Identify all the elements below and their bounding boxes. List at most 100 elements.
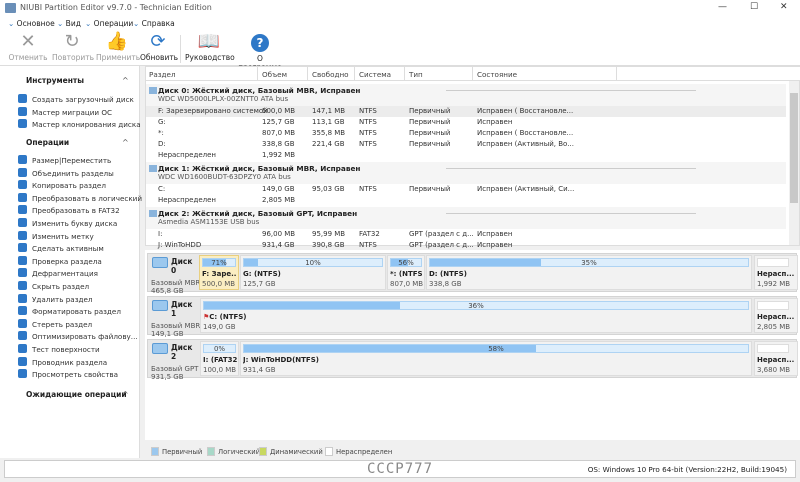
- disk-title: Диск 2: Жёсткий диск, Базовый GPT, Испра…: [158, 209, 358, 218]
- cell-capacity: 125,7 GB: [262, 118, 295, 126]
- partition-size: 149,0 GB: [203, 323, 236, 331]
- tool-item[interactable]: Создать загрузочный диск: [18, 94, 134, 106]
- partition-block[interactable]: 58% J: WinToHDD(NTFS) 931,4 GB: [240, 341, 752, 376]
- operation-label: Изменить букву диска: [32, 219, 118, 228]
- partition-name: F: Заре...: [202, 270, 237, 278]
- operation-icon: [18, 344, 27, 353]
- usage-bar: 71%: [202, 258, 236, 267]
- operation-item[interactable]: Дефрагментация: [18, 268, 98, 280]
- operation-item[interactable]: Стереть раздел: [18, 318, 92, 331]
- menu-operations[interactable]: Операции: [85, 19, 134, 28]
- table-row[interactable]: G: 125,7 GB 113,1 GB NTFS Первичный Исправен: [146, 117, 786, 128]
- column-type[interactable]: Тип: [409, 70, 423, 79]
- apply-button[interactable]: 👍 Применить: [96, 31, 140, 66]
- operation-item[interactable]: Изменить метку: [18, 230, 94, 243]
- column-capacity[interactable]: Объем: [262, 70, 287, 79]
- operation-item[interactable]: Оптимизировать файлову...: [18, 331, 138, 343]
- menu-main[interactable]: Основное: [8, 19, 55, 28]
- column-partition[interactable]: Раздел: [149, 70, 176, 79]
- partition-block[interactable]: Нерасп... 1,992 MB: [754, 255, 798, 290]
- table-row[interactable]: Нераспределен 1,992 MB: [146, 150, 786, 161]
- operation-item[interactable]: Проводник раздела: [18, 356, 107, 369]
- status-bar: CCCP777 OS: Windows 10 Pro 64-bit (Versi…: [4, 460, 796, 478]
- operation-item[interactable]: Форматировать раздел: [18, 306, 121, 318]
- cell-filesystem: NTFS: [359, 241, 377, 249]
- operation-item[interactable]: Объединить разделы: [18, 167, 114, 180]
- column-divider[interactable]: [354, 67, 355, 81]
- operation-item[interactable]: Копировать раздел: [18, 180, 106, 192]
- table-row[interactable]: D: 338,8 GB 221,4 GB NTFS Первичный Исправен …: [146, 139, 786, 150]
- table-row[interactable]: F: Зарезервировано системой 500,0 MB 147,1…: [146, 106, 786, 117]
- operation-item[interactable]: Тест поверхности: [18, 344, 100, 356]
- disk-label[interactable]: Диск 0 Базовый MBR 465,8 GB: [151, 257, 200, 295]
- disk-row[interactable]: Диск 0 Базовый MBR 465,8 GB 71% F: Заре... 50…: [147, 253, 798, 295]
- column-divider[interactable]: [307, 67, 308, 81]
- pending-heading: Ожидающие операции: [26, 390, 127, 399]
- column-status[interactable]: Состояние: [477, 70, 517, 79]
- operation-item[interactable]: Удалить раздел: [18, 293, 93, 306]
- collapse-operations-icon[interactable]: ^: [122, 138, 129, 147]
- cell-filesystem: NTFS: [359, 107, 377, 115]
- partition-block[interactable]: 10% G: (NTFS) 125,7 GB: [240, 255, 386, 290]
- cell-capacity: 149,0 GB: [262, 185, 295, 193]
- menu-help[interactable]: Справка: [133, 19, 175, 28]
- partition-name: D: (NTFS): [429, 270, 467, 278]
- cell-free: 95,99 MB: [312, 230, 346, 238]
- scroll-thumb[interactable]: [790, 93, 798, 203]
- close-button[interactable]: ✕: [780, 2, 788, 12]
- partition-block[interactable]: 36% ⚑C: (NTFS) 149,0 GB: [200, 298, 752, 333]
- tool-item[interactable]: Мастер миграции ОС: [18, 106, 112, 119]
- operation-item[interactable]: Просмотреть свойства: [18, 369, 118, 381]
- column-filesystem[interactable]: Система: [359, 70, 391, 79]
- cell-capacity: 500,0 MB: [262, 107, 296, 115]
- table-row[interactable]: Нераспределен 2,805 MB: [146, 195, 786, 206]
- partition-block[interactable]: 56% *: (NTFS) 807,0 MB: [387, 255, 425, 290]
- about-button[interactable]: ?О программе: [235, 31, 285, 72]
- operation-item[interactable]: Преобразовать в логический: [18, 192, 142, 205]
- operation-item[interactable]: Преобразовать в FAT32: [18, 205, 120, 217]
- menu-view[interactable]: Вид: [57, 19, 81, 28]
- cell-partition: Нераспределен: [158, 196, 216, 204]
- refresh-button[interactable]: ⟳ Обновить: [140, 31, 178, 66]
- disk-label[interactable]: Диск 2 Базовый GPT 931,5 GB: [151, 343, 198, 381]
- operation-item[interactable]: Изменить букву диска: [18, 218, 117, 230]
- partition-block[interactable]: Нерасп... 2,805 MB: [754, 298, 798, 333]
- disk-header[interactable]: Диск 1: Жёсткий диск, Базовый MBR, Испра…: [146, 162, 786, 184]
- collapse-pending-icon[interactable]: ^: [122, 390, 129, 399]
- operation-item[interactable]: Скрыть раздел: [18, 281, 89, 293]
- table-row[interactable]: C: 149,0 GB 95,03 GB NTFS Первичный Исправен …: [146, 184, 786, 195]
- table-row[interactable]: *: 807,0 MB 355,8 MB NTFS Первичный Исправен …: [146, 128, 786, 139]
- disk-header[interactable]: Диск 0: Жёсткий диск, Базовый MBR, Испра…: [146, 84, 786, 106]
- table-row[interactable]: I: 96,00 MB 95,99 MB FAT32 GPT (раздел с д..…: [146, 229, 786, 240]
- usage-percent: 71%: [211, 259, 227, 267]
- disk-row[interactable]: Диск 1 Базовый MBR 149,1 GB 36% ⚑C: (NTFS) 14…: [147, 296, 798, 338]
- redo-button[interactable]: ↻ Повторить: [52, 31, 94, 66]
- legend-swatch: [207, 447, 215, 456]
- column-divider[interactable]: [404, 67, 405, 81]
- divider: [446, 168, 696, 169]
- column-divider[interactable]: [616, 67, 617, 81]
- maximize-button[interactable]: ☐: [750, 2, 758, 12]
- operation-item[interactable]: Сделать активным: [18, 243, 104, 255]
- disk-row[interactable]: Диск 2 Базовый GPT 931,5 GB 0% I: (FAT32) 100…: [147, 339, 798, 381]
- column-divider[interactable]: [257, 67, 258, 81]
- cell-type: GPT (раздел с д...: [409, 241, 474, 249]
- partition-block[interactable]: 71% F: Заре... 500,0 MB: [199, 255, 239, 290]
- scrollbar[interactable]: [789, 81, 799, 245]
- partition-block[interactable]: 0% I: (FAT32) 100,0 MB: [200, 341, 239, 376]
- partition-label: D: (NTFS): [429, 270, 750, 278]
- partition-block[interactable]: Нерасп... 3,680 MB: [754, 341, 798, 376]
- disk-label[interactable]: Диск 1 Базовый MBR 149,1 GB: [151, 300, 200, 338]
- manual-button[interactable]: 📖 Руководство: [185, 31, 235, 66]
- tool-item[interactable]: Мастер клонирования диска: [18, 119, 141, 131]
- collapse-tools-icon[interactable]: ^: [122, 76, 129, 85]
- undo-button[interactable]: ✕ Отменить: [8, 31, 48, 66]
- minimize-button[interactable]: —: [718, 2, 727, 12]
- partition-block[interactable]: 35% D: (NTFS) 338,8 GB: [426, 255, 752, 290]
- operation-item[interactable]: Размер|Переместить: [18, 155, 111, 167]
- column-divider[interactable]: [472, 67, 473, 81]
- partition-label: *: (NTFS): [390, 270, 423, 278]
- disk-header[interactable]: Диск 2: Жёсткий диск, Базовый GPT, Испра…: [146, 207, 786, 229]
- operation-item[interactable]: Проверка раздела: [18, 255, 102, 268]
- column-free[interactable]: Свободно: [312, 70, 349, 79]
